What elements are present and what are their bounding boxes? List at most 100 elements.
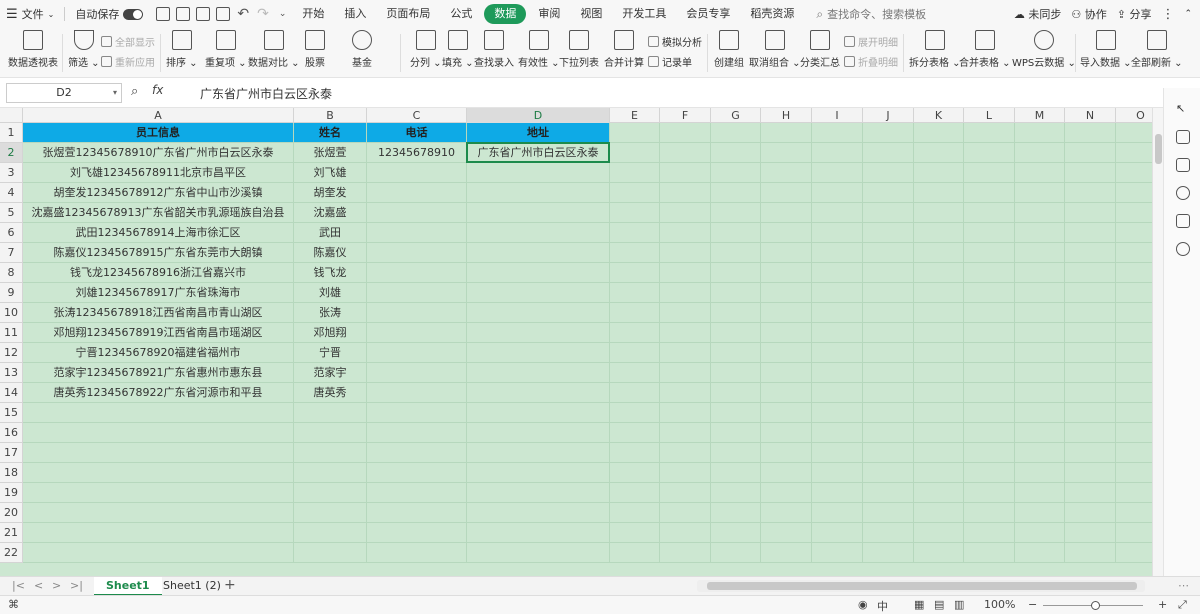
cell-c6[interactable] [367, 223, 467, 243]
fill-button[interactable]: 填充 ⌄ [442, 30, 474, 69]
cell-m9[interactable] [1015, 283, 1065, 303]
cell-i11[interactable] [812, 323, 863, 343]
cell-j3[interactable] [863, 163, 914, 183]
cell-l3[interactable] [964, 163, 1015, 183]
cell-h18[interactable] [761, 463, 812, 483]
cell-a5[interactable]: 沈嘉盛12345678913广东省韶关市乳源瑶族自治县 [23, 203, 294, 223]
cell-h7[interactable] [761, 243, 812, 263]
refresh-all-button[interactable]: 全部刷新 ⌄ [1131, 30, 1183, 69]
cell-g11[interactable] [711, 323, 761, 343]
cell-c13[interactable] [367, 363, 467, 383]
cell-m22[interactable] [1015, 543, 1065, 563]
cell-d18[interactable] [467, 463, 610, 483]
cell-i21[interactable] [812, 523, 863, 543]
cell-a13[interactable]: 范家宇12345678921广东省惠州市惠东县 [23, 363, 294, 383]
cell-h17[interactable] [761, 443, 812, 463]
cell-m8[interactable] [1015, 263, 1065, 283]
cell-l17[interactable] [964, 443, 1015, 463]
cell-b4[interactable]: 胡奎发 [294, 183, 367, 203]
column-header-e[interactable]: E [610, 108, 660, 123]
cell-e13[interactable] [610, 363, 660, 383]
cell-e12[interactable] [610, 343, 660, 363]
cell-e20[interactable] [610, 503, 660, 523]
duplicates-button[interactable]: 重复项 ⌄ [205, 30, 247, 69]
cell-e2[interactable] [610, 143, 660, 163]
print-preview-icon[interactable] [216, 7, 231, 21]
cell-f19[interactable] [660, 483, 711, 503]
location-icon[interactable] [1176, 242, 1190, 256]
cell-c2[interactable]: 12345678910 [367, 143, 467, 163]
row-header-15[interactable]: 15 [0, 403, 23, 423]
row-header-5[interactable]: 5 [0, 203, 23, 223]
cell-e11[interactable] [610, 323, 660, 343]
cell-m15[interactable] [1015, 403, 1065, 423]
cell-h13[interactable] [761, 363, 812, 383]
cell-f4[interactable] [660, 183, 711, 203]
consolidate-button[interactable]: 合并计算 [604, 30, 644, 69]
cell-g18[interactable] [711, 463, 761, 483]
cell-c1[interactable]: 电话 [367, 123, 467, 143]
chevron-down-icon[interactable]: ▾ [113, 84, 117, 102]
subtotal-button[interactable]: 分类汇总 [800, 30, 840, 69]
cell-h8[interactable] [761, 263, 812, 283]
cell-k21[interactable] [914, 523, 964, 543]
cell-f1[interactable] [660, 123, 711, 143]
cell-b14[interactable]: 唐英秀 [294, 383, 367, 403]
row-header-12[interactable]: 12 [0, 343, 23, 363]
cell-d21[interactable] [467, 523, 610, 543]
cell-c18[interactable] [367, 463, 467, 483]
cell-l22[interactable] [964, 543, 1015, 563]
cell-e5[interactable] [610, 203, 660, 223]
cell-b12[interactable]: 宁晋 [294, 343, 367, 363]
row-header-22[interactable]: 22 [0, 543, 23, 563]
last-sheet-icon[interactable]: >| [70, 579, 83, 592]
cell-f7[interactable] [660, 243, 711, 263]
cell-m4[interactable] [1015, 183, 1065, 203]
cell-k7[interactable] [914, 243, 964, 263]
cell-b2[interactable]: 张煜萱 [294, 143, 367, 163]
column-header-c[interactable]: C [367, 108, 467, 123]
cell-g8[interactable] [711, 263, 761, 283]
cell-i5[interactable] [812, 203, 863, 223]
cell-j15[interactable] [863, 403, 914, 423]
cell-e17[interactable] [610, 443, 660, 463]
row-header-8[interactable]: 8 [0, 263, 23, 283]
cell-n13[interactable] [1065, 363, 1116, 383]
cell-k8[interactable] [914, 263, 964, 283]
cell-i9[interactable] [812, 283, 863, 303]
cell-b10[interactable]: 张涛 [294, 303, 367, 323]
cell-b21[interactable] [294, 523, 367, 543]
collapse-ribbon-icon[interactable]: ⌃ [1184, 9, 1192, 19]
cell-e6[interactable] [610, 223, 660, 243]
vertical-scrollbar[interactable] [1152, 108, 1163, 576]
cell-k6[interactable] [914, 223, 964, 243]
column-header-l[interactable]: L [964, 108, 1015, 123]
tab-member[interactable]: 会员专享 [678, 4, 738, 24]
cell-k10[interactable] [914, 303, 964, 323]
cell-a7[interactable]: 陈嘉仪12345678915广东省东莞市大朗镇 [23, 243, 294, 263]
tab-data[interactable]: 数据 [484, 4, 527, 24]
cell-h12[interactable] [761, 343, 812, 363]
cell-f15[interactable] [660, 403, 711, 423]
cell-n8[interactable] [1065, 263, 1116, 283]
cell-m7[interactable] [1015, 243, 1065, 263]
cell-c9[interactable] [367, 283, 467, 303]
cell-e22[interactable] [610, 543, 660, 563]
cell-k11[interactable] [914, 323, 964, 343]
cell-n6[interactable] [1065, 223, 1116, 243]
column-header-n[interactable]: N [1065, 108, 1116, 123]
row-header-1[interactable]: 1 [0, 123, 23, 143]
cell-m10[interactable] [1015, 303, 1065, 323]
cell-h16[interactable] [761, 423, 812, 443]
cell-d19[interactable] [467, 483, 610, 503]
create-group-button[interactable]: 创建组 [714, 30, 744, 69]
cell-e21[interactable] [610, 523, 660, 543]
cell-b17[interactable] [294, 443, 367, 463]
reapply-button[interactable]: 重新应用 [101, 54, 155, 69]
cell-g19[interactable] [711, 483, 761, 503]
cell-j4[interactable] [863, 183, 914, 203]
row-header-21[interactable]: 21 [0, 523, 23, 543]
cell-g1[interactable] [711, 123, 761, 143]
row-header-20[interactable]: 20 [0, 503, 23, 523]
cell-j17[interactable] [863, 443, 914, 463]
